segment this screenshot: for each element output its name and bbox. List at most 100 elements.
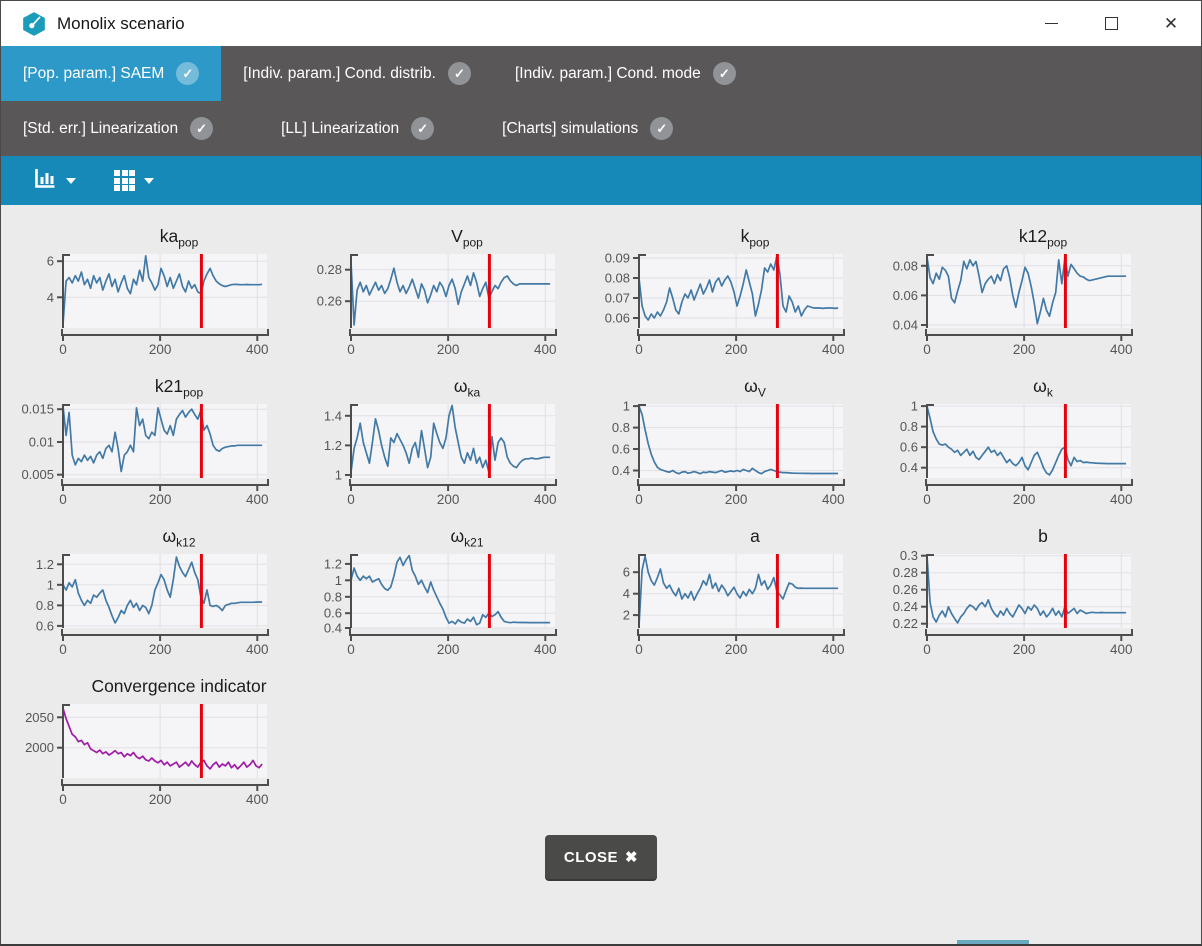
svg-text:0.005: 0.005 [21, 467, 54, 482]
chart-plot: 0.40.60.811.20200400 [305, 549, 577, 659]
chart-b: b0.220.240.260.280.30200400 [881, 521, 1169, 671]
tab-std-err-linearization[interactable]: [Std. err.] Linearization✓ [1, 101, 235, 156]
tab-indiv-param-cond-mode[interactable]: [Indiv. param.] Cond. mode ✓ [493, 46, 758, 101]
svg-text:1.4: 1.4 [324, 408, 342, 423]
svg-text:0.4: 0.4 [324, 621, 342, 636]
chart-plot: 0.40.60.810200400 [593, 399, 865, 509]
svg-text:1: 1 [911, 399, 918, 414]
chart-plot: 11.21.40200400 [305, 399, 577, 509]
tab-indiv-param-cond-distrib[interactable]: [Indiv. param.] Cond. distrib.✓ [221, 46, 493, 101]
svg-text:200: 200 [149, 792, 172, 807]
svg-text:0.26: 0.26 [893, 582, 918, 597]
chart-plot: 0.060.070.080.090200400 [593, 249, 865, 359]
taskbar-peek [957, 940, 1029, 944]
chart-a: a2460200400 [593, 521, 881, 671]
check-icon: ✓ [176, 62, 199, 85]
minimize-button[interactable] [1021, 1, 1081, 46]
svg-text:400: 400 [1110, 342, 1133, 357]
svg-text:0.01: 0.01 [29, 435, 54, 450]
grid-icon [114, 170, 135, 191]
svg-text:0.28: 0.28 [893, 565, 918, 580]
charts-grid: kapop460200400Vpop0.260.280200400kpop0.0… [17, 221, 1201, 821]
svg-text:1: 1 [47, 577, 54, 592]
chart-plot: 0.260.280200400 [305, 249, 577, 359]
svg-text:200: 200 [149, 492, 172, 507]
chart-title: ωV [593, 371, 891, 399]
svg-text:200: 200 [725, 642, 748, 657]
chart-plot: 0.220.240.260.280.30200400 [881, 549, 1153, 659]
svg-text:400: 400 [534, 342, 557, 357]
close-button[interactable]: CLOSE ✖ [545, 835, 657, 879]
monolix-window: Monolix scenario ✕ [Pop. param.] SAEM✓[I… [0, 0, 1202, 946]
grid-layout-dropdown[interactable] [114, 170, 154, 191]
chart-title: kpop [593, 221, 891, 249]
svg-text:400: 400 [246, 642, 269, 657]
check-icon: ✓ [650, 117, 673, 140]
svg-text:0.06: 0.06 [893, 288, 918, 303]
chart-plot: 0.60.811.20200400 [17, 549, 289, 659]
svg-text:0.24: 0.24 [893, 599, 918, 614]
chart-title: ωk [881, 371, 1179, 399]
svg-text:0.3: 0.3 [900, 549, 918, 563]
svg-text:200: 200 [149, 642, 172, 657]
svg-text:0: 0 [347, 342, 355, 357]
monolix-logo-icon [21, 11, 47, 37]
svg-text:0.4: 0.4 [612, 463, 630, 478]
chart-k21_pop: k21pop0.0050.010.0150200400 [17, 371, 305, 521]
tab-label: [Std. err.] Linearization [23, 120, 178, 138]
svg-text:200: 200 [437, 492, 460, 507]
maximize-button[interactable] [1081, 1, 1141, 46]
tab-label: [Pop. param.] SAEM [23, 65, 164, 83]
tab-pop-param-saem[interactable]: [Pop. param.] SAEM ✓ [1, 46, 221, 101]
close-row: CLOSE ✖ [1, 835, 1201, 879]
bar-chart-icon [33, 167, 57, 195]
chart-k_pop: kpop0.060.070.080.090200400 [593, 221, 881, 371]
svg-text:1.2: 1.2 [324, 556, 342, 571]
svg-text:0.04: 0.04 [893, 318, 918, 333]
tab-label: [Indiv. param.] Cond. mode [515, 65, 701, 83]
title-bar: Monolix scenario ✕ [1, 1, 1201, 46]
svg-text:0: 0 [635, 342, 643, 357]
charts-toolbar [1, 156, 1201, 205]
check-icon: ✓ [713, 62, 736, 85]
svg-text:0.28: 0.28 [317, 262, 342, 277]
chart-omega_ka: ωka11.21.40200400 [305, 371, 593, 521]
svg-text:0: 0 [923, 492, 931, 507]
chart-convergence: Convergence indicator200020500200400 [17, 671, 305, 821]
chart-title: ωka [305, 371, 603, 399]
svg-text:0.8: 0.8 [612, 420, 630, 435]
chart-omega_k: ωk0.40.60.810200400 [881, 371, 1169, 521]
svg-text:0.8: 0.8 [36, 598, 54, 613]
close-window-button[interactable]: ✕ [1141, 1, 1201, 46]
window-title: Monolix scenario [57, 14, 185, 34]
svg-text:1.2: 1.2 [324, 438, 342, 453]
svg-text:0: 0 [59, 792, 67, 807]
tab-charts-simulations[interactable]: [Charts] simulations ✓ [480, 101, 695, 156]
svg-text:0.8: 0.8 [324, 589, 342, 604]
svg-text:2: 2 [623, 608, 630, 623]
chart-ka_pop: kapop460200400 [17, 221, 305, 371]
svg-text:400: 400 [534, 492, 557, 507]
chart-type-dropdown[interactable] [33, 167, 76, 195]
tab-ll-linearization[interactable]: [LL] Linearization✓ [259, 101, 456, 156]
svg-text:4: 4 [47, 290, 54, 305]
svg-text:200: 200 [725, 342, 748, 357]
task-tab-bar: [Pop. param.] SAEM✓[Indiv. param.] Cond.… [1, 46, 1201, 156]
tab-label: [Charts] simulations [502, 120, 638, 138]
svg-text:400: 400 [534, 642, 557, 657]
charts-panel: kapop460200400Vpop0.260.280200400kpop0.0… [1, 205, 1201, 944]
svg-text:2000: 2000 [25, 740, 54, 755]
svg-text:0.6: 0.6 [900, 440, 918, 455]
svg-text:1: 1 [623, 399, 630, 414]
svg-text:0.4: 0.4 [900, 460, 918, 475]
svg-text:0: 0 [347, 492, 355, 507]
chart-title: ωk12 [17, 521, 315, 549]
svg-text:6: 6 [47, 254, 54, 269]
svg-text:0.08: 0.08 [605, 271, 630, 286]
svg-text:400: 400 [1110, 492, 1133, 507]
svg-text:400: 400 [822, 642, 845, 657]
chart-title: ωk21 [305, 521, 603, 549]
svg-text:200: 200 [1013, 342, 1036, 357]
svg-text:400: 400 [246, 492, 269, 507]
svg-text:0.6: 0.6 [324, 606, 342, 621]
